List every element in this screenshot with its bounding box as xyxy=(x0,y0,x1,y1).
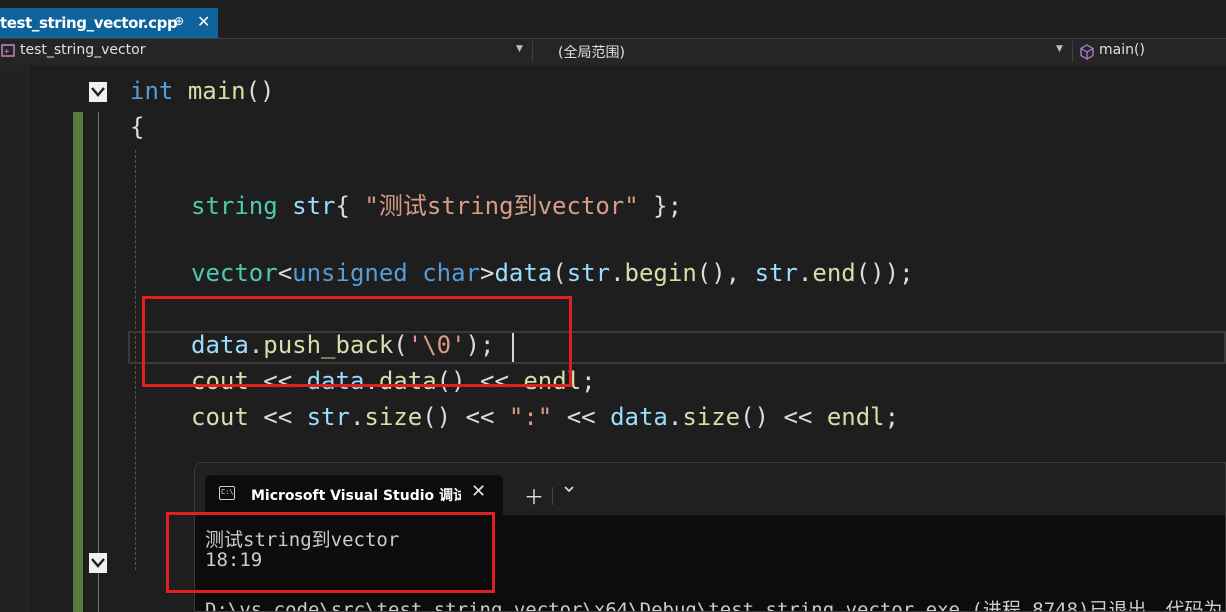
identifier: endl xyxy=(826,403,885,431)
exit-status-line: D:\vs code\src\test_string_vector\x64\De… xyxy=(205,599,1226,612)
close-icon[interactable]: ✕ xyxy=(197,12,210,31)
keyword: char xyxy=(422,259,480,287)
string-literal: ":" xyxy=(508,403,553,431)
chevron-down-icon[interactable] xyxy=(563,483,575,499)
identifier: cout xyxy=(191,403,249,431)
function-name: size xyxy=(682,403,741,431)
function-name: size xyxy=(364,403,423,431)
operator: () << xyxy=(740,403,827,431)
tab-test-string-vector[interactable]: test_string_vector.cpp ⊕ ✕ xyxy=(0,8,218,38)
variable: str xyxy=(754,259,798,287)
member-dropdown[interactable]: main() xyxy=(1099,42,1145,58)
new-tab-button[interactable]: ＋ xyxy=(524,481,544,510)
punctuation: > xyxy=(480,259,495,287)
function-name: main xyxy=(187,77,246,105)
punctuation: . xyxy=(349,403,365,431)
punctuation: . xyxy=(667,403,683,431)
variable: str xyxy=(292,192,336,220)
function-name: end xyxy=(812,259,856,287)
navigation-bar: + test_string_vector ▼ (全局范围) ▼ main() xyxy=(0,38,1226,66)
terminal-tab[interactable]: C:\ Microsoft Visual Studio 调试控制台 ✕ xyxy=(205,475,503,515)
scope-dropdown[interactable]: (全局范围) xyxy=(558,42,625,62)
type-name: vector xyxy=(191,259,278,287)
divider xyxy=(532,41,533,62)
punctuation: . xyxy=(797,259,813,287)
punctuation: . xyxy=(610,259,625,287)
variable: str xyxy=(566,259,611,287)
svg-text:+: + xyxy=(4,47,10,57)
variable: data xyxy=(494,259,553,287)
operator: << xyxy=(248,403,307,431)
function-name: begin xyxy=(624,259,697,287)
string-literal: "测试string到vector" xyxy=(364,192,639,220)
collapse-icon[interactable] xyxy=(89,553,107,573)
collapse-icon[interactable] xyxy=(89,82,107,102)
code-line-brace: { xyxy=(130,113,145,141)
highlight-box-output xyxy=(166,512,495,593)
punctuation: ( xyxy=(552,259,567,287)
operator: << xyxy=(552,403,611,431)
keyword: unsigned xyxy=(292,259,408,287)
divider xyxy=(552,487,553,505)
variable: data xyxy=(610,403,668,431)
project-icon: + xyxy=(1,43,17,63)
change-indicator-bar xyxy=(73,112,83,612)
code-line-vector-decl: vector<unsigned char>data(str.begin(), s… xyxy=(191,259,914,287)
punctuation: ; xyxy=(884,403,900,431)
punctuation: ()); xyxy=(855,259,914,287)
terminal-tab-title: Microsoft Visual Studio 调试控制台 xyxy=(251,488,461,504)
terminal-tab-strip: C:\ Microsoft Visual Studio 调试控制台 ✕ ＋ xyxy=(195,463,1225,515)
code-line-cout-size: cout << str.size() << ":" << data.size()… xyxy=(191,403,899,431)
punctuation: () xyxy=(245,77,275,105)
chevron-down-icon[interactable]: ▼ xyxy=(516,44,523,54)
divider xyxy=(1072,41,1073,62)
cube-icon xyxy=(1079,44,1095,64)
punctuation: }; xyxy=(638,192,683,220)
code-line-main: int main() xyxy=(130,77,275,105)
fold-guide-line xyxy=(98,112,99,612)
project-dropdown[interactable]: test_string_vector xyxy=(20,42,145,58)
keyword: int xyxy=(130,77,174,105)
variable: str xyxy=(306,403,350,431)
tab-title: test_string_vector.cpp xyxy=(0,14,178,32)
operator: () << xyxy=(422,403,509,431)
punctuation: (), xyxy=(696,259,755,287)
punctuation: < xyxy=(277,259,293,287)
glyph-margin xyxy=(0,65,30,612)
code-line-string-decl: string str{ "测试string到vector" }; xyxy=(191,186,682,221)
close-icon[interactable]: ✕ xyxy=(471,481,486,502)
chevron-down-icon[interactable]: ▼ xyxy=(1056,44,1063,54)
type-name: string xyxy=(191,192,278,220)
punctuation: ; xyxy=(581,367,596,395)
highlight-box-push-back xyxy=(142,296,572,387)
console-icon: C:\ xyxy=(219,486,235,500)
editor-tab-bar: test_string_vector.cpp ⊕ ✕ xyxy=(0,0,1226,38)
punctuation: { xyxy=(335,192,365,220)
pin-icon[interactable]: ⊕ xyxy=(174,14,184,28)
